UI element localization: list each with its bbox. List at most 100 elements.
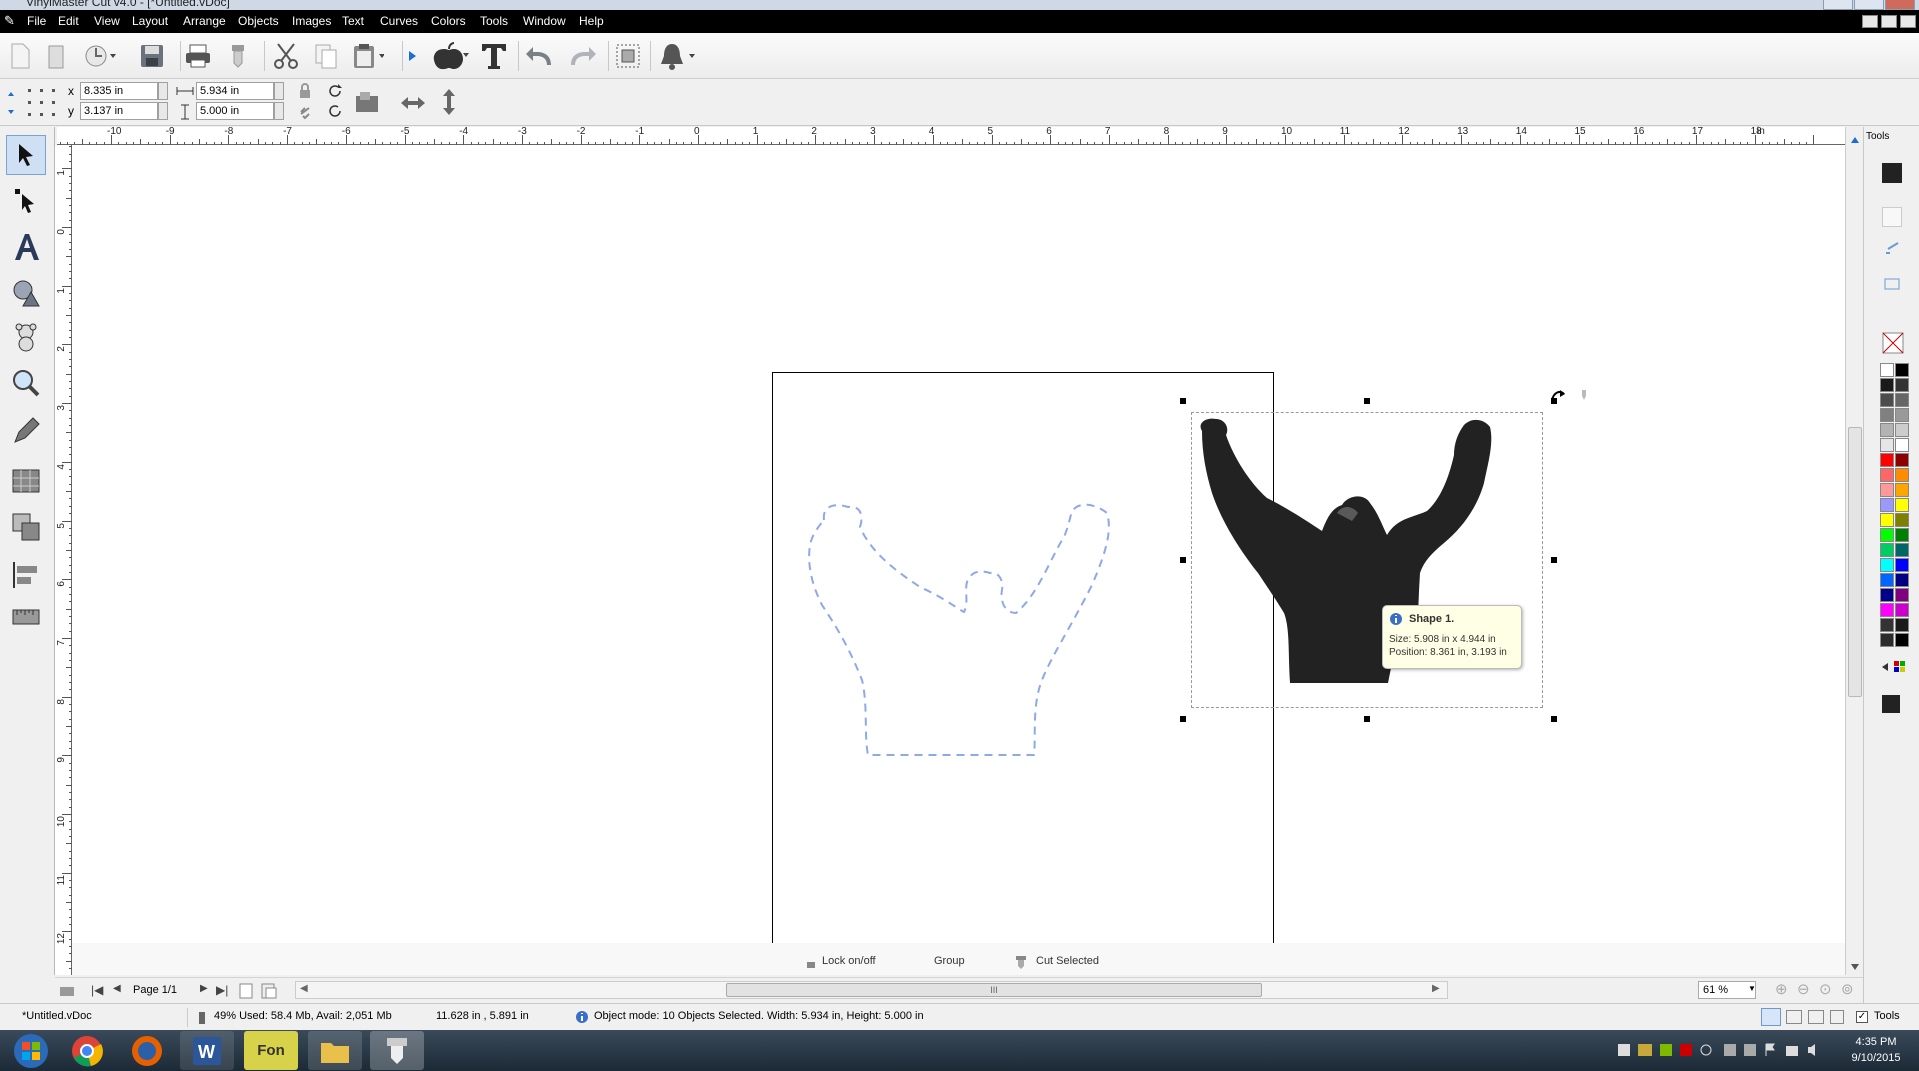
- next-page-button[interactable]: ▶: [200, 983, 208, 994]
- apple-icon[interactable]: [428, 40, 470, 72]
- link-icon[interactable]: [298, 104, 312, 120]
- menu-tools[interactable]: Tools: [480, 14, 508, 28]
- scroll-up-icon[interactable]: [1850, 135, 1860, 145]
- palette-swatch[interactable]: [1880, 633, 1894, 647]
- play-icon[interactable]: [404, 40, 420, 72]
- firefox-icon[interactable]: [120, 1031, 174, 1070]
- palette-swatch[interactable]: [1895, 633, 1909, 647]
- tools-toggle-label[interactable]: Tools: [1874, 1010, 1900, 1022]
- rotate-icon[interactable]: [328, 84, 342, 98]
- menu-view[interactable]: View: [94, 14, 120, 28]
- app-icon[interactable]: ✎: [4, 13, 15, 29]
- copy-icon[interactable]: [310, 40, 342, 72]
- zoom-page-button[interactable]: ⊚: [1841, 980, 1854, 998]
- fill-tool-icon[interactable]: [6, 461, 46, 501]
- word-icon[interactable]: W: [180, 1031, 234, 1070]
- palette-swatch[interactable]: [1895, 408, 1909, 422]
- outline-color-swatch[interactable]: [1882, 207, 1902, 227]
- current-color-swatch[interactable]: [1882, 695, 1900, 713]
- palette-swatch[interactable]: [1880, 423, 1894, 437]
- vertical-scroll-thumb[interactable]: [1848, 427, 1862, 697]
- print-icon[interactable]: [182, 40, 214, 72]
- scroll-left-icon[interactable]: ◀: [300, 983, 308, 994]
- undo-icon[interactable]: [524, 40, 556, 72]
- zoom-tool-icon[interactable]: [6, 363, 46, 403]
- select-all-icon[interactable]: [612, 40, 644, 72]
- zoom-in-button[interactable]: ⊕: [1775, 980, 1788, 998]
- menu-file[interactable]: File: [27, 14, 46, 28]
- palette-swatch[interactable]: [1880, 588, 1894, 602]
- palette-swatch[interactable]: [1895, 543, 1909, 557]
- menu-text[interactable]: Text: [342, 14, 364, 28]
- start-icon[interactable]: [4, 1031, 58, 1070]
- shape-tool-icon[interactable]: [6, 273, 46, 313]
- lock-icon[interactable]: [298, 83, 312, 99]
- add-page-icon[interactable]: [239, 983, 253, 999]
- delete-page-icon[interactable]: [261, 983, 277, 999]
- menu-arrange[interactable]: Arrange: [183, 14, 226, 28]
- palette-swatch[interactable]: [1880, 498, 1894, 512]
- close-button[interactable]: [1885, 0, 1915, 10]
- fill-color-swatch[interactable]: [1882, 163, 1902, 183]
- clipart-tool-icon[interactable]: [6, 317, 46, 357]
- selection-handle-right[interactable]: [1551, 557, 1557, 563]
- width-field[interactable]: 5.934 in: [196, 82, 274, 100]
- last-page-button[interactable]: ▶|: [216, 983, 228, 997]
- mdi-minimize-button[interactable]: [1862, 15, 1878, 28]
- height-spinner[interactable]: [274, 102, 284, 120]
- drawing-canvas[interactable]: Shape 1. Size: 5.908 in x 4.944 in Posit…: [72, 145, 1845, 975]
- palette-swatch[interactable]: [1895, 588, 1909, 602]
- palette-swatch[interactable]: [1880, 603, 1894, 617]
- cut-device-icon[interactable]: [222, 40, 254, 72]
- palette-swatch[interactable]: [1895, 378, 1909, 392]
- view-mode-1-icon[interactable]: [1761, 1008, 1781, 1026]
- menu-colors[interactable]: Colors: [431, 14, 466, 28]
- cut-outline-shape[interactable]: [752, 355, 1232, 835]
- menu-window[interactable]: Window: [523, 14, 566, 28]
- palette-swatch[interactable]: [1880, 513, 1894, 527]
- scroll-down-icon[interactable]: [1850, 962, 1860, 972]
- palette-swatch[interactable]: [1880, 528, 1894, 542]
- menu-images[interactable]: Images: [292, 14, 331, 28]
- palette-swatch[interactable]: [1895, 468, 1909, 482]
- tools-tab[interactable]: Tools: [1866, 131, 1889, 142]
- flip-vertical-icon[interactable]: [440, 88, 458, 116]
- weld-tool-icon[interactable]: [6, 507, 46, 547]
- align-tool-icon[interactable]: [6, 555, 46, 595]
- palette-swatch[interactable]: [1880, 438, 1894, 452]
- group-button[interactable]: Group: [934, 955, 965, 967]
- color-tools-icons[interactable]: [1882, 239, 1902, 309]
- palette-swatch[interactable]: [1895, 438, 1909, 452]
- palette-swatch[interactable]: [1895, 618, 1909, 632]
- no-color-icon[interactable]: [1882, 332, 1904, 354]
- zoom-out-button[interactable]: ⊖: [1797, 980, 1810, 998]
- selection-handle-left[interactable]: [1180, 557, 1186, 563]
- menu-edit[interactable]: Edit: [58, 14, 79, 28]
- palette-swatch[interactable]: [1880, 618, 1894, 632]
- select-tool-icon[interactable]: [6, 135, 46, 175]
- horizontal-scrollbar[interactable]: ◀ III ▶: [295, 981, 1448, 999]
- open-file-icon[interactable]: [40, 40, 72, 72]
- maximize-button[interactable]: [1854, 0, 1884, 10]
- zoom-dropdown-icon[interactable]: ▼: [1748, 984, 1756, 993]
- menu-objects[interactable]: Objects: [238, 14, 279, 28]
- cut-icon[interactable]: [270, 40, 302, 72]
- selection-handle-bottom[interactable]: [1364, 716, 1370, 722]
- reference-point-icon[interactable]: [26, 87, 58, 119]
- y-spinner[interactable]: [158, 102, 168, 120]
- transform-icon[interactable]: [354, 90, 382, 116]
- palette-swatch[interactable]: [1895, 528, 1909, 542]
- zoom-fit-button[interactable]: ⊙: [1819, 980, 1832, 998]
- palette-swatch[interactable]: [1880, 543, 1894, 557]
- font-app-icon[interactable]: Fon: [244, 1031, 298, 1070]
- width-spinner[interactable]: [274, 82, 284, 100]
- x-spinner[interactable]: [158, 82, 168, 100]
- node-edit-tool-icon[interactable]: [6, 181, 46, 221]
- page-settings-icon[interactable]: [59, 984, 75, 998]
- mdi-restore-button[interactable]: [1881, 15, 1897, 28]
- minimize-button[interactable]: [1823, 0, 1853, 10]
- palette-swatch[interactable]: [1895, 603, 1909, 617]
- selection-handle-bottom-right[interactable]: [1551, 716, 1557, 722]
- palette-swatch[interactable]: [1895, 558, 1909, 572]
- palette-swatch[interactable]: [1880, 468, 1894, 482]
